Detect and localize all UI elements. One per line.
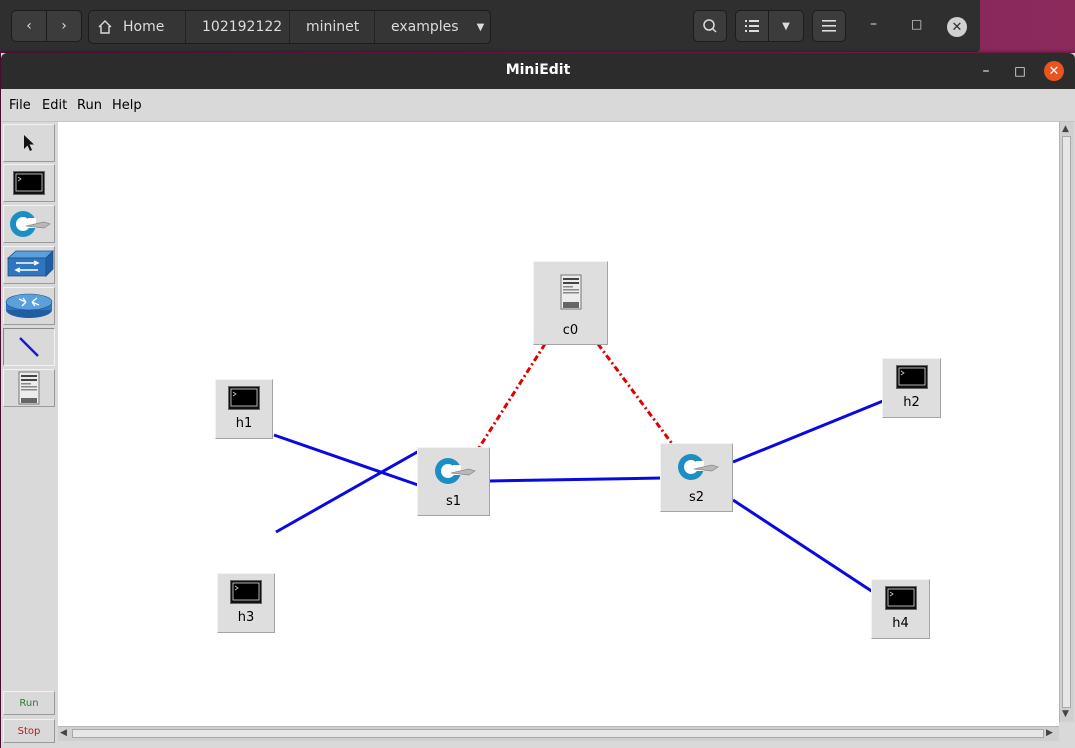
view-options-button[interactable]: ▼	[768, 10, 804, 42]
hamburger-icon	[822, 20, 836, 32]
run-button[interactable]: Run	[3, 691, 55, 715]
forward-button[interactable]: ›	[46, 10, 82, 42]
link-s1-s2[interactable]	[488, 476, 663, 483]
node-h3[interactable]: h3	[217, 573, 275, 633]
node-h1[interactable]: h1	[215, 379, 273, 439]
breadcrumb-folder[interactable]: examples ▼	[375, 11, 490, 43]
legacy-switch-icon	[6, 250, 54, 277]
terminal-icon	[884, 586, 917, 610]
close-icon[interactable]: ✕	[1044, 61, 1064, 81]
link-s2-h4[interactable]	[732, 498, 874, 594]
caret-down-icon: ▼	[782, 20, 790, 32]
window-title: MiniEdit	[505, 62, 571, 78]
run-button-label: Run	[19, 697, 39, 709]
horizontal-scroll-thumb[interactable]	[72, 729, 1044, 738]
node-label: h1	[235, 416, 253, 431]
menu-file[interactable]: File	[9, 98, 31, 113]
miniedit-window: MiniEdit – □ ✕ File Edit Run Help Run St…	[1, 53, 1075, 748]
cursor-icon	[24, 135, 34, 151]
title-bar: MiniEdit – □ ✕	[1, 53, 1075, 89]
back-button[interactable]: ‹	[11, 10, 47, 42]
minimize-icon[interactable]: –	[870, 16, 877, 32]
node-label: h3	[237, 610, 255, 625]
chevron-left-icon: ‹	[26, 18, 32, 34]
terminal-icon	[895, 365, 928, 389]
list-icon	[745, 20, 759, 32]
breadcrumb-label: Home	[123, 19, 165, 35]
minimize-icon[interactable]: –	[976, 61, 996, 81]
server-icon	[560, 274, 581, 310]
legacy-switch-tool[interactable]	[3, 246, 55, 284]
link-h3-s1-drawn[interactable]	[275, 449, 420, 534]
file-manager-header: ‹ › Home 102192122 mininet examples ▼ ▼ …	[0, 0, 980, 52]
scroll-up-icon[interactable]: ▲	[1062, 123, 1069, 135]
select-tool[interactable]	[3, 124, 55, 162]
vertical-scroll-thumb[interactable]	[1062, 136, 1071, 708]
link-c0-s1[interactable]	[475, 343, 547, 452]
breadcrumb-label: examples	[391, 19, 459, 35]
link-h1-s1[interactable]	[273, 433, 419, 487]
menu-button[interactable]	[812, 10, 846, 42]
router-icon	[5, 293, 53, 318]
legacy-router-tool[interactable]	[3, 287, 55, 325]
node-label: h4	[892, 616, 909, 631]
home-icon	[98, 20, 112, 34]
breadcrumb-folder[interactable]: mininet	[290, 11, 375, 43]
menu-help[interactable]: Help	[112, 98, 142, 113]
node-h2[interactable]: h2	[882, 358, 941, 418]
stop-button[interactable]: Stop	[3, 719, 55, 743]
search-icon	[703, 19, 717, 33]
close-icon[interactable]: ✕	[947, 17, 967, 37]
menu-bar: File Edit Run Help	[1, 89, 1075, 122]
netlink-tool[interactable]	[3, 328, 55, 366]
node-label: h2	[903, 395, 920, 410]
chevron-right-icon: ›	[61, 18, 67, 34]
breadcrumb-label: 102192122	[202, 19, 283, 35]
node-s2[interactable]: s2	[660, 443, 733, 512]
controller-tool[interactable]	[3, 369, 55, 407]
node-s1[interactable]: s1	[417, 447, 490, 516]
node-label: s2	[688, 490, 705, 505]
caret-down-icon: ▼	[476, 21, 485, 33]
node-label: c0	[562, 323, 579, 338]
link-c0-s2[interactable]	[596, 343, 675, 446]
switch-tool[interactable]	[3, 205, 55, 243]
maximize-icon[interactable]: □	[911, 17, 922, 31]
breadcrumb-folder[interactable]: 102192122	[186, 11, 290, 43]
breadcrumb-home[interactable]: Home	[89, 11, 186, 43]
tool-palette: Run Stop	[1, 122, 58, 748]
view-list-button[interactable]	[735, 10, 769, 42]
menu-run[interactable]: Run	[77, 98, 102, 113]
node-label: s1	[445, 494, 462, 509]
breadcrumb-label: mininet	[306, 19, 360, 35]
openflow-switch-icon	[677, 454, 719, 480]
maximize-icon[interactable]: □	[1010, 61, 1030, 81]
scroll-down-icon[interactable]: ▼	[1062, 708, 1069, 720]
link-line-icon	[19, 337, 39, 357]
stop-button-label: Stop	[17, 725, 41, 737]
openflow-switch-icon	[434, 458, 476, 484]
menu-edit[interactable]: Edit	[42, 98, 67, 113]
search-button[interactable]	[693, 10, 727, 42]
breadcrumb: Home 102192122 mininet examples ▼	[88, 10, 491, 44]
topology-canvas[interactable]: c0 h1 h2 h3 h4 s1 s2	[58, 122, 1059, 726]
vertical-scrollbar[interactable]: ▲ ▼	[1059, 122, 1074, 722]
openflow-switch-icon	[10, 211, 51, 237]
server-icon	[18, 371, 40, 405]
scroll-right-icon[interactable]: ▶	[1046, 727, 1053, 739]
link-s2-h2[interactable]	[732, 399, 884, 464]
node-h4[interactable]: h4	[871, 579, 930, 639]
terminal-icon	[228, 386, 260, 410]
node-c0[interactable]: c0	[533, 261, 608, 345]
host-tool[interactable]	[3, 164, 55, 202]
terminal-icon	[230, 580, 262, 604]
terminal-icon	[13, 171, 45, 195]
horizontal-scrollbar[interactable]: ◀ ▶	[58, 726, 1059, 741]
scroll-left-icon[interactable]: ◀	[60, 727, 67, 739]
